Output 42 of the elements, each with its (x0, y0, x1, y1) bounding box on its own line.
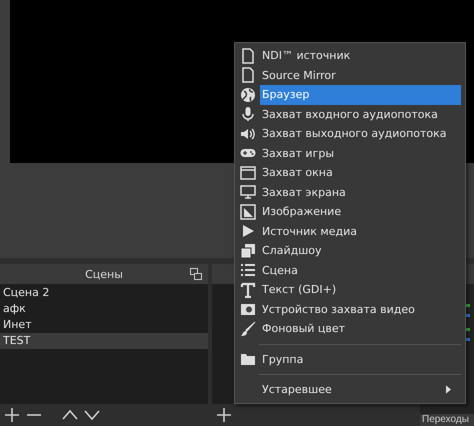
scene-item[interactable]: афк (0, 301, 208, 317)
menu-item[interactable]: Изображение (260, 202, 461, 222)
menu-item[interactable]: Устаревшее (260, 380, 461, 400)
menu-item[interactable]: NDI™ источник (260, 46, 461, 66)
speaker-icon (240, 126, 256, 142)
add-icon[interactable] (4, 407, 20, 423)
menu-item[interactable]: Захват игры (260, 144, 461, 163)
scene-item[interactable]: Инет (0, 317, 208, 333)
menu-item[interactable]: Захват окна (260, 163, 461, 182)
scene-item[interactable]: TEST (0, 333, 208, 349)
menu-item[interactable]: Source Mirror (260, 66, 461, 85)
folder-icon (240, 351, 256, 368)
globe-icon (240, 86, 256, 103)
menu-item[interactable]: Источник медиа (260, 222, 461, 241)
window-icon (240, 164, 256, 181)
microphone-icon (240, 106, 256, 122)
menu-item[interactable]: Захват экрана (260, 182, 461, 202)
menu-item[interactable]: Устройство захвата видео (260, 300, 461, 319)
menu-item[interactable]: Текст (GDI+) (260, 280, 461, 300)
slides-icon (240, 242, 256, 259)
scene-item[interactable]: Сцена 2 (0, 285, 208, 301)
file-icon (240, 48, 256, 64)
menu-item[interactable]: Слайдшоу (260, 241, 461, 260)
menu-item[interactable]: Группа (260, 350, 461, 369)
undock-icon[interactable] (190, 268, 202, 280)
panel-title: Сцены (85, 268, 123, 280)
brush-icon (240, 320, 256, 337)
add-icon[interactable] (216, 407, 232, 423)
menu-item[interactable]: Сцена (260, 260, 461, 280)
menu-item[interactable]: Захват входного аудиопотока (260, 104, 461, 124)
list-icon (240, 262, 256, 278)
play-icon (240, 223, 256, 240)
file-icon (240, 67, 256, 84)
image-icon (240, 204, 256, 220)
menu-item[interactable]: Захват выходного аудиопотока (260, 124, 461, 144)
panel-title: Переходы (420, 414, 474, 426)
camera-icon (240, 301, 256, 318)
monitor-icon (240, 184, 256, 200)
submenu-arrow-icon (446, 385, 451, 394)
menu-item[interactable]: Фоновый цвет (260, 319, 461, 338)
menu-item[interactable]: Браузер (260, 85, 461, 104)
text-icon (240, 282, 256, 298)
